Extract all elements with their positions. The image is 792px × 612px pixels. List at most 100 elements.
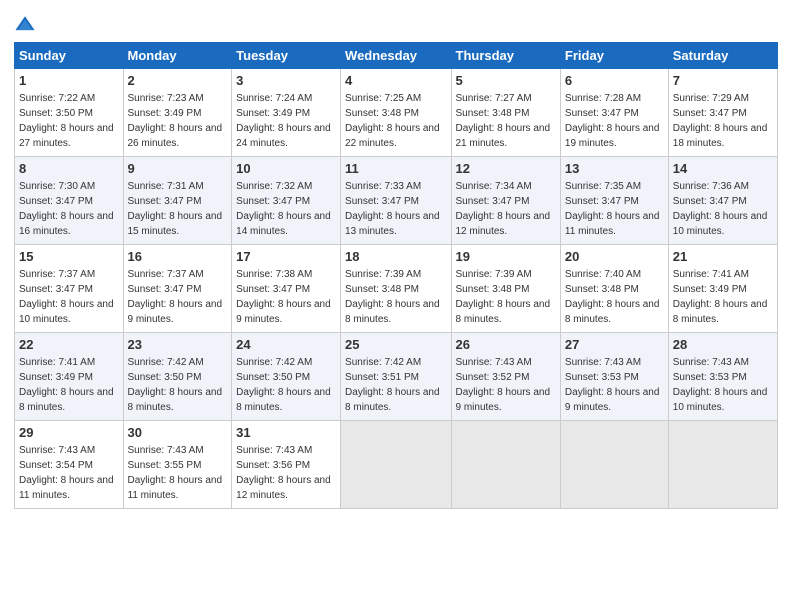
day-info: Sunrise: 7:22 AMSunset: 3:50 PMDaylight:… <box>19 93 114 149</box>
calendar-cell: 18 Sunrise: 7:39 AMSunset: 3:48 PMDayligh… <box>341 245 451 333</box>
day-number: 14 <box>673 160 773 178</box>
day-info: Sunrise: 7:42 AMSunset: 3:50 PMDaylight:… <box>236 357 331 413</box>
day-number: 15 <box>19 248 119 266</box>
day-info: Sunrise: 7:37 AMSunset: 3:47 PMDaylight:… <box>128 269 223 325</box>
day-number: 21 <box>673 248 773 266</box>
day-info: Sunrise: 7:38 AMSunset: 3:47 PMDaylight:… <box>236 269 331 325</box>
day-number: 30 <box>128 424 228 442</box>
day-number: 11 <box>345 160 446 178</box>
calendar-cell: 22Sunrise: 7:41 AMSunset: 3:49 PMDayligh… <box>15 333 124 421</box>
header-day-wednesday: Wednesday <box>341 43 451 69</box>
calendar-cell: 2 Sunrise: 7:23 AMSunset: 3:49 PMDaylight… <box>123 69 232 157</box>
calendar-cell <box>668 421 777 509</box>
day-number: 9 <box>128 160 228 178</box>
day-info: Sunrise: 7:29 AMSunset: 3:47 PMDaylight:… <box>673 93 768 149</box>
day-info: Sunrise: 7:43 AMSunset: 3:56 PMDaylight:… <box>236 445 331 501</box>
calendar-cell: 20 Sunrise: 7:40 AMSunset: 3:48 PMDayligh… <box>560 245 668 333</box>
day-info: Sunrise: 7:24 AMSunset: 3:49 PMDaylight:… <box>236 93 331 149</box>
calendar-week-4: 22Sunrise: 7:41 AMSunset: 3:49 PMDayligh… <box>15 333 778 421</box>
day-number: 31 <box>236 424 336 442</box>
header-day-sunday: Sunday <box>15 43 124 69</box>
calendar-cell: 6 Sunrise: 7:28 AMSunset: 3:47 PMDaylight… <box>560 69 668 157</box>
calendar-cell: 8 Sunrise: 7:30 AMSunset: 3:47 PMDaylight… <box>15 157 124 245</box>
calendar-cell <box>341 421 451 509</box>
calendar-cell: 12Sunrise: 7:34 AMSunset: 3:47 PMDayligh… <box>451 157 560 245</box>
header-day-monday: Monday <box>123 43 232 69</box>
calendar-cell: 27 Sunrise: 7:43 AMSunset: 3:53 PMDayligh… <box>560 333 668 421</box>
page-container: SundayMondayTuesdayWednesdayThursdayFrid… <box>0 0 792 519</box>
calendar-cell: 16Sunrise: 7:37 AMSunset: 3:47 PMDayligh… <box>123 245 232 333</box>
day-info: Sunrise: 7:43 AMSunset: 3:54 PMDaylight:… <box>19 445 114 501</box>
calendar-week-5: 29 Sunrise: 7:43 AMSunset: 3:54 PMDayligh… <box>15 421 778 509</box>
calendar-header: SundayMondayTuesdayWednesdayThursdayFrid… <box>15 43 778 69</box>
calendar-cell: 30 Sunrise: 7:43 AMSunset: 3:55 PMDayligh… <box>123 421 232 509</box>
calendar-cell: 21 Sunrise: 7:41 AMSunset: 3:49 PMDayligh… <box>668 245 777 333</box>
day-info: Sunrise: 7:36 AMSunset: 3:47 PMDaylight:… <box>673 181 768 237</box>
day-number: 5 <box>456 72 556 90</box>
day-info: Sunrise: 7:43 AMSunset: 3:52 PMDaylight:… <box>456 357 551 413</box>
day-number: 29 <box>19 424 119 442</box>
day-number: 2 <box>128 72 228 90</box>
day-info: Sunrise: 7:39 AMSunset: 3:48 PMDaylight:… <box>345 269 440 325</box>
header-day-tuesday: Tuesday <box>232 43 341 69</box>
day-number: 12 <box>456 160 556 178</box>
day-info: Sunrise: 7:32 AMSunset: 3:47 PMDaylight:… <box>236 181 331 237</box>
day-number: 6 <box>565 72 664 90</box>
day-number: 3 <box>236 72 336 90</box>
day-info: Sunrise: 7:42 AMSunset: 3:51 PMDaylight:… <box>345 357 440 413</box>
header-day-saturday: Saturday <box>668 43 777 69</box>
calendar-week-1: 1Sunrise: 7:22 AMSunset: 3:50 PMDaylight… <box>15 69 778 157</box>
calendar-cell: 7 Sunrise: 7:29 AMSunset: 3:47 PMDaylight… <box>668 69 777 157</box>
day-info: Sunrise: 7:42 AMSunset: 3:50 PMDaylight:… <box>128 357 223 413</box>
day-number: 26 <box>456 336 556 354</box>
day-info: Sunrise: 7:25 AMSunset: 3:48 PMDaylight:… <box>345 93 440 149</box>
day-number: 13 <box>565 160 664 178</box>
day-info: Sunrise: 7:35 AMSunset: 3:47 PMDaylight:… <box>565 181 660 237</box>
day-number: 22 <box>19 336 119 354</box>
day-number: 19 <box>456 248 556 266</box>
day-info: Sunrise: 7:23 AMSunset: 3:49 PMDaylight:… <box>128 93 223 149</box>
calendar-cell: 24Sunrise: 7:42 AMSunset: 3:50 PMDayligh… <box>232 333 341 421</box>
calendar-cell: 11Sunrise: 7:33 AMSunset: 3:47 PMDayligh… <box>341 157 451 245</box>
calendar-cell: 15 Sunrise: 7:37 AMSunset: 3:47 PMDayligh… <box>15 245 124 333</box>
calendar-cell: 14 Sunrise: 7:36 AMSunset: 3:47 PMDayligh… <box>668 157 777 245</box>
calendar-cell: 25 Sunrise: 7:42 AMSunset: 3:51 PMDayligh… <box>341 333 451 421</box>
day-info: Sunrise: 7:30 AMSunset: 3:47 PMDaylight:… <box>19 181 114 237</box>
day-number: 20 <box>565 248 664 266</box>
day-number: 27 <box>565 336 664 354</box>
calendar-cell: 17 Sunrise: 7:38 AMSunset: 3:47 PMDayligh… <box>232 245 341 333</box>
calendar-cell: 5 Sunrise: 7:27 AMSunset: 3:48 PMDaylight… <box>451 69 560 157</box>
header-row: SundayMondayTuesdayWednesdayThursdayFrid… <box>15 43 778 69</box>
day-number: 7 <box>673 72 773 90</box>
day-number: 8 <box>19 160 119 178</box>
calendar-cell: 3 Sunrise: 7:24 AMSunset: 3:49 PMDaylight… <box>232 69 341 157</box>
day-number: 28 <box>673 336 773 354</box>
day-number: 18 <box>345 248 446 266</box>
day-info: Sunrise: 7:37 AMSunset: 3:47 PMDaylight:… <box>19 269 114 325</box>
calendar-cell: 31 Sunrise: 7:43 AMSunset: 3:56 PMDayligh… <box>232 421 341 509</box>
day-info: Sunrise: 7:28 AMSunset: 3:47 PMDaylight:… <box>565 93 660 149</box>
day-info: Sunrise: 7:41 AMSunset: 3:49 PMDaylight:… <box>673 269 768 325</box>
day-info: Sunrise: 7:43 AMSunset: 3:53 PMDaylight:… <box>565 357 660 413</box>
day-info: Sunrise: 7:27 AMSunset: 3:48 PMDaylight:… <box>456 93 551 149</box>
calendar-cell: 4 Sunrise: 7:25 AMSunset: 3:48 PMDaylight… <box>341 69 451 157</box>
calendar-cell: 9 Sunrise: 7:31 AMSunset: 3:47 PMDaylight… <box>123 157 232 245</box>
calendar-cell: 23 Sunrise: 7:42 AMSunset: 3:50 PMDayligh… <box>123 333 232 421</box>
day-info: Sunrise: 7:43 AMSunset: 3:53 PMDaylight:… <box>673 357 768 413</box>
day-number: 17 <box>236 248 336 266</box>
calendar-cell <box>560 421 668 509</box>
day-info: Sunrise: 7:31 AMSunset: 3:47 PMDaylight:… <box>128 181 223 237</box>
calendar-cell: 28 Sunrise: 7:43 AMSunset: 3:53 PMDayligh… <box>668 333 777 421</box>
calendar-table: SundayMondayTuesdayWednesdayThursdayFrid… <box>14 42 778 509</box>
day-number: 4 <box>345 72 446 90</box>
calendar-week-3: 15 Sunrise: 7:37 AMSunset: 3:47 PMDayligh… <box>15 245 778 333</box>
header-day-thursday: Thursday <box>451 43 560 69</box>
day-info: Sunrise: 7:40 AMSunset: 3:48 PMDaylight:… <box>565 269 660 325</box>
calendar-cell: 1Sunrise: 7:22 AMSunset: 3:50 PMDaylight… <box>15 69 124 157</box>
header <box>14 10 778 36</box>
calendar-cell: 29 Sunrise: 7:43 AMSunset: 3:54 PMDayligh… <box>15 421 124 509</box>
day-number: 10 <box>236 160 336 178</box>
day-number: 25 <box>345 336 446 354</box>
day-number: 23 <box>128 336 228 354</box>
day-info: Sunrise: 7:43 AMSunset: 3:55 PMDaylight:… <box>128 445 223 501</box>
